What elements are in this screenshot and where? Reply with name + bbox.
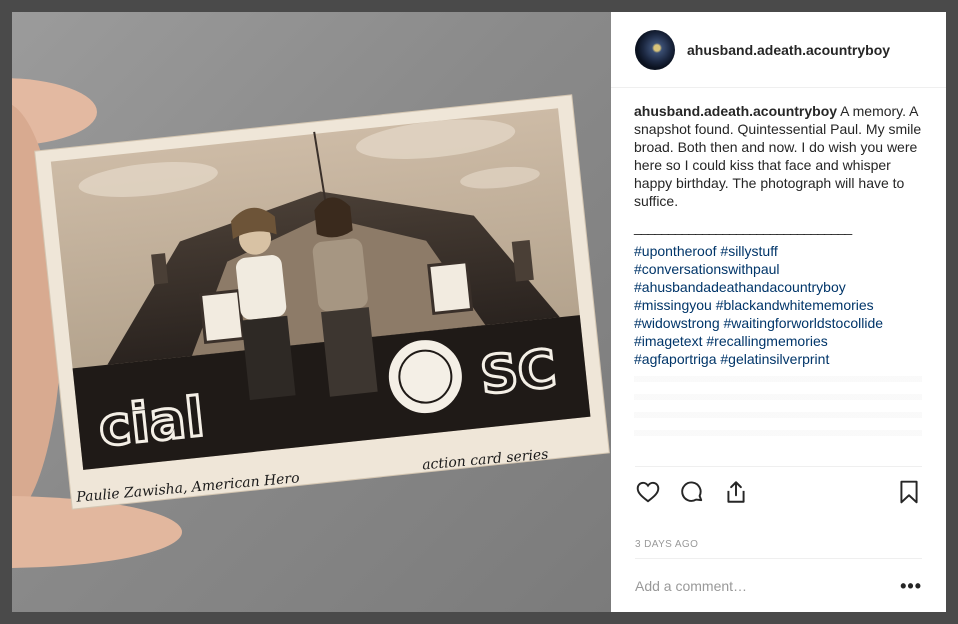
post-timestamp[interactable]: 3 DAYS AGO — [635, 539, 698, 550]
hashtag-line[interactable]: #ahusbandadeathandacountryboy — [634, 278, 922, 296]
hashtag-line[interactable]: #agfaportriga #gelatinsilverprint — [634, 350, 922, 368]
comment-bar: ••• — [635, 558, 922, 613]
avatar[interactable] — [635, 29, 675, 70]
bookmark-icon[interactable] — [896, 479, 922, 505]
comment-input[interactable] — [635, 578, 901, 594]
heart-icon[interactable] — [635, 479, 661, 505]
hashtag-list: #upontheroof #sillystuff #conversationsw… — [634, 242, 922, 368]
share-icon[interactable] — [723, 479, 749, 505]
header-username[interactable]: ahusband.adeath.acountryboy — [687, 42, 890, 58]
comment-icon[interactable] — [679, 479, 705, 505]
post-side-panel: ahusband.adeath.acountryboy ahusband.ade… — [611, 12, 946, 612]
photo-card: cial SC — [34, 94, 610, 510]
hashtag-line[interactable]: #widowstrong #waitingforworldstocollide — [634, 314, 922, 332]
action-bar — [635, 466, 922, 517]
post-photo[interactable]: cial SC Paulie Zawisha, American Hero ac… — [12, 12, 611, 612]
hashtag-line[interactable]: #imagetext #recallingmemories — [634, 332, 922, 350]
hashtag-line[interactable]: #conversationswithpaul — [634, 260, 922, 278]
post-header: ahusband.adeath.acountryboy — [611, 12, 946, 88]
post-caption: ahusband.adeath.acountryboy A memory. A … — [611, 88, 946, 436]
more-icon[interactable]: ••• — [900, 576, 922, 597]
hashtag-line[interactable]: #missingyou #blackandwhitememories — [634, 296, 922, 314]
caption-username[interactable]: ahusband.adeath.acountryboy — [634, 103, 837, 119]
faded-comments — [634, 376, 922, 436]
sign-left-text: cial — [96, 385, 207, 459]
photo-illustration: cial SC — [12, 78, 610, 568]
hashtag-line[interactable]: #upontheroof #sillystuff — [634, 242, 922, 260]
post-window: cial SC Paulie Zawisha, American Hero ac… — [12, 12, 946, 612]
sign-right-text: SC — [478, 339, 559, 407]
caption-divider: ________________________________ — [634, 219, 852, 235]
